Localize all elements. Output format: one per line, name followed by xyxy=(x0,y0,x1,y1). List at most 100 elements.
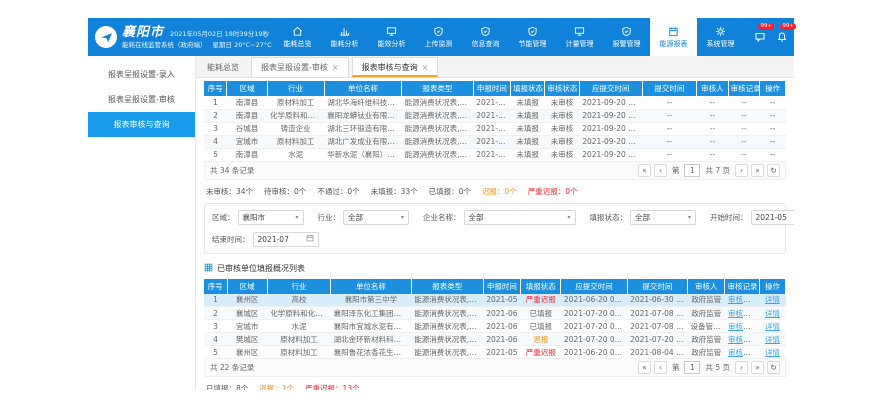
table-row[interactable]: 5襄州区原材料加工襄阳鲁花浓香花生油有限公司能源消费状况表,能效指标填...20… xyxy=(204,346,786,359)
close-icon[interactable]: × xyxy=(422,63,429,72)
pager-refresh-button[interactable]: ↻ xyxy=(767,361,780,374)
nav-item-label: 能源报表 xyxy=(660,39,688,49)
table-cell: 详情 xyxy=(760,320,786,333)
nav-item-label: 计量管理 xyxy=(566,39,594,49)
detail-link[interactable]: 详情 xyxy=(765,348,780,357)
alarm-button[interactable]: 99+ xyxy=(776,28,788,47)
table-cell: 能源消费状况表,能效指标填... xyxy=(411,294,483,307)
detail-link[interactable]: 详情 xyxy=(765,295,780,304)
table-cell: -- xyxy=(760,148,786,161)
shield-icon xyxy=(433,26,444,37)
table-row[interactable]: 2襄城区化学原料和化学制品制造业襄阳泽东化工集团有限公司能源消费状况表,能效指标… xyxy=(204,307,786,320)
audit-record-link[interactable]: 审核记录 xyxy=(728,309,758,318)
audit-record-link[interactable]: 审核记录 xyxy=(728,322,758,331)
nav-item-energy-report[interactable]: 能源报表 xyxy=(650,18,697,56)
pager-first-button[interactable]: « xyxy=(638,164,651,177)
table-cell: 2021-07-20 00:00:00 xyxy=(561,307,627,320)
pager-prev-button[interactable]: ‹ xyxy=(654,164,667,177)
nav-item-system-mgmt[interactable]: 系统管理 xyxy=(697,18,744,56)
table-cell: 2021-09-20 00:00:00 xyxy=(579,122,642,135)
table-cell: 化学原料和化学制品制造业 xyxy=(267,307,330,320)
pager-refresh-button[interactable]: ↻ xyxy=(767,164,780,177)
nav-item-energy-analysis[interactable]: 能耗分析 xyxy=(321,18,368,56)
user-menu[interactable]: Hello,政府监管 ▼ xyxy=(821,32,872,43)
table-cell: -- xyxy=(728,109,760,122)
start-date-filter[interactable]: 2021-05 xyxy=(751,210,795,225)
sidebar-item-report-setup-entry[interactable]: 报表呈报设置-录入 xyxy=(88,62,195,87)
table-cell: 南漳县 xyxy=(227,96,267,109)
nav-item-metering-mgmt[interactable]: 计量管理 xyxy=(556,18,603,56)
table-cell: 化学原料和化学制品制造业 xyxy=(267,109,324,122)
nav-item-info-query[interactable]: 信息查询 xyxy=(462,18,509,56)
summary-item: 未审核：34个 xyxy=(206,186,253,197)
table-cell: 铸造企业 xyxy=(267,122,324,135)
table-cell: 严重迟报 xyxy=(521,346,561,359)
pager-last-button[interactable]: » xyxy=(751,164,764,177)
table-cell: 能源消费状况表,能效指标填... xyxy=(411,346,483,359)
nav-item-energy-overview[interactable]: 能耗总览 xyxy=(274,18,321,56)
tab-report-audit-query[interactable]: 报表审核与查询× xyxy=(352,57,439,77)
message-button[interactable]: 99+ xyxy=(754,28,766,47)
region-filter[interactable]: 襄阳市▾ xyxy=(238,210,304,225)
nav-item-label: 能效分析 xyxy=(378,39,406,49)
pager-prev-button[interactable]: ‹ xyxy=(654,361,667,374)
end-date-filter[interactable]: 2021-07 xyxy=(253,232,319,247)
tab-report-setup-audit[interactable]: 报表呈报设置-审核× xyxy=(251,57,349,77)
audit-record-link[interactable]: 审核记录 xyxy=(728,348,758,357)
close-icon[interactable]: × xyxy=(332,63,339,72)
sidebar-item-report-audit-query[interactable]: 报表审核与查询 xyxy=(88,112,195,137)
company-filter-group: 企业名称：全部▾ xyxy=(423,210,576,225)
table-cell: 2021-09-20 00:00:00 xyxy=(579,109,642,122)
table-row[interactable]: 2南漳县化学原料和化学制品制造业襄阳龙蟒钛业有限公司能源消费状况表,能效指标..… xyxy=(204,109,786,122)
table-row[interactable]: 4宜城市原材料加工湖北广发成业有限公司能源消费状况表,能效指标...2021-0… xyxy=(204,135,786,148)
industry-filter[interactable]: 全部▾ xyxy=(343,210,409,225)
avatar-icon[interactable] xyxy=(798,28,811,47)
table-row[interactable]: 3谷城县铸造企业湖北三环锻造有限公司能源消费状况表,能效指标...2021-08… xyxy=(204,122,786,135)
column-header: 行业 xyxy=(267,81,324,96)
table-cell: 审核记录 xyxy=(725,320,760,333)
tab-energy-overview[interactable]: 能耗总览 xyxy=(198,58,248,77)
region-filter-label: 区域： xyxy=(212,212,235,223)
table-cell: 湖北三环锻造有限公司 xyxy=(324,122,401,135)
column-header: 应提交时间 xyxy=(579,81,642,96)
summary-item: 不通过：0个 xyxy=(317,186,359,197)
pager-first-button[interactable]: « xyxy=(638,361,651,374)
table-row[interactable]: 5南漳县水泥华新水泥（襄阳）有限公司能源消费状况表,能效指标...2021-08… xyxy=(204,148,786,161)
table-cell: 未审核 xyxy=(545,109,579,122)
alarm-badge: 99+ xyxy=(780,23,796,30)
status-filter[interactable]: 全部▾ xyxy=(630,210,696,225)
pager-next-button[interactable]: › xyxy=(735,164,748,177)
table-row[interactable]: 3宜城市水泥襄阳市宜城水泥有限公司能源消费状况表,能效指标填...2021-06… xyxy=(204,320,786,333)
chevron-down-icon: ▾ xyxy=(401,214,404,221)
table-cell: 2021-07-08 16:47:20 xyxy=(627,320,687,333)
pager-page-word: 第 xyxy=(672,362,680,373)
column-header: 填报状态 xyxy=(510,81,544,96)
table-cell: -- xyxy=(697,122,729,135)
detail-link[interactable]: 详情 xyxy=(765,335,780,344)
table-row[interactable]: 1南漳县原材料加工湖北华海纤维科技股份有...能源消费状况表,能效指标...20… xyxy=(204,96,786,109)
column-header: 提交时间 xyxy=(642,81,696,96)
nav-item-energy-saving-mgmt[interactable]: 节能管理 xyxy=(509,18,556,56)
pager-next-button[interactable]: › xyxy=(735,361,748,374)
nav-item-alarm-mgmt[interactable]: 报警管理 xyxy=(603,18,650,56)
table-cell: -- xyxy=(697,135,729,148)
detail-link[interactable]: 详情 xyxy=(765,309,780,318)
nav-item-upload-monitor[interactable]: 上传监测 xyxy=(415,18,462,56)
detail-link[interactable]: 详情 xyxy=(765,322,780,331)
company-filter[interactable]: 全部▾ xyxy=(464,210,576,225)
nav-item-efficiency-analysis[interactable]: 能效分析 xyxy=(368,18,415,56)
table-cell: 3 xyxy=(204,320,227,333)
pager-page-input[interactable]: 1 xyxy=(684,164,700,177)
table-cell: 水泥 xyxy=(267,320,330,333)
pager-last-button[interactable]: » xyxy=(751,361,764,374)
audit-record-link[interactable]: 审核记录 xyxy=(728,335,758,344)
sidebar-item-report-setup-audit[interactable]: 报表呈报设置-审核 xyxy=(88,87,195,112)
table-cell: 2021-07-20 00:00:00 xyxy=(561,320,627,333)
table-cell: 5 xyxy=(204,346,227,359)
pager-page-input[interactable]: 1 xyxy=(684,361,700,374)
table-cell: 未审核 xyxy=(545,96,579,109)
audit-record-link[interactable]: 审核记录 xyxy=(728,295,758,304)
table-row[interactable]: 1襄州区高校襄阳市第三中学能源消费状况表,能效指标填...2021-05严重迟报… xyxy=(204,294,786,307)
table-cell: 严重迟报 xyxy=(521,294,561,307)
table-row[interactable]: 4樊城区原材料加工湖北金环新材料科技有限公司能源消费状况表,能效指标填...20… xyxy=(204,333,786,346)
